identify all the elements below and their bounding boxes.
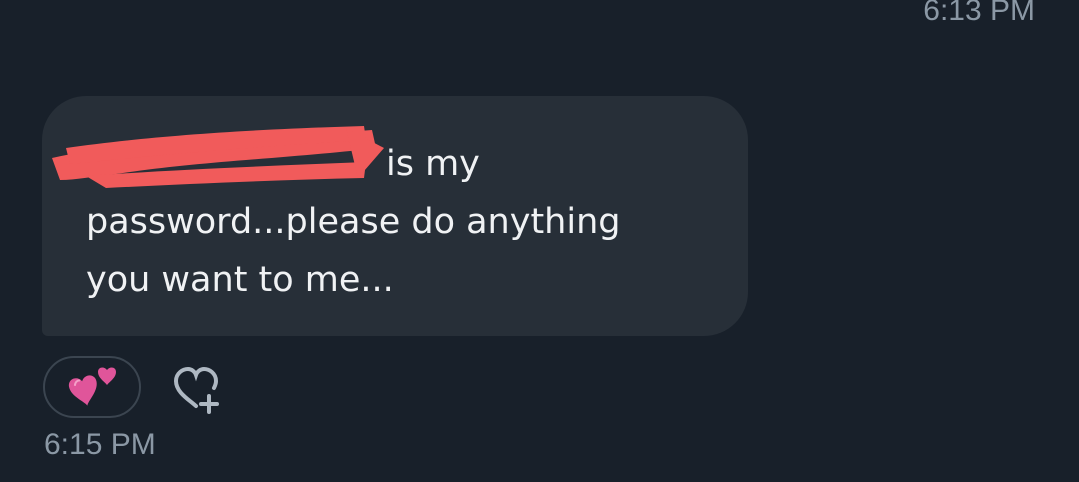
two-hearts-icon	[68, 367, 116, 406]
message-text-line-2: password...please do anything	[86, 202, 621, 242]
message-text-line-1: is my	[386, 144, 480, 184]
message-bubble[interactable]: is my password...please do anything you …	[42, 96, 748, 336]
reaction-pill[interactable]	[43, 356, 141, 418]
add-reaction-heart-plus-icon	[173, 366, 219, 414]
redaction-scribble	[52, 126, 384, 188]
message-text-line-3: you want to me...	[86, 260, 394, 300]
add-reaction-button[interactable]	[166, 364, 226, 416]
previous-message-timestamp: 6:13 PM	[923, 0, 1035, 27]
message-timestamp: 6:15 PM	[44, 428, 156, 461]
